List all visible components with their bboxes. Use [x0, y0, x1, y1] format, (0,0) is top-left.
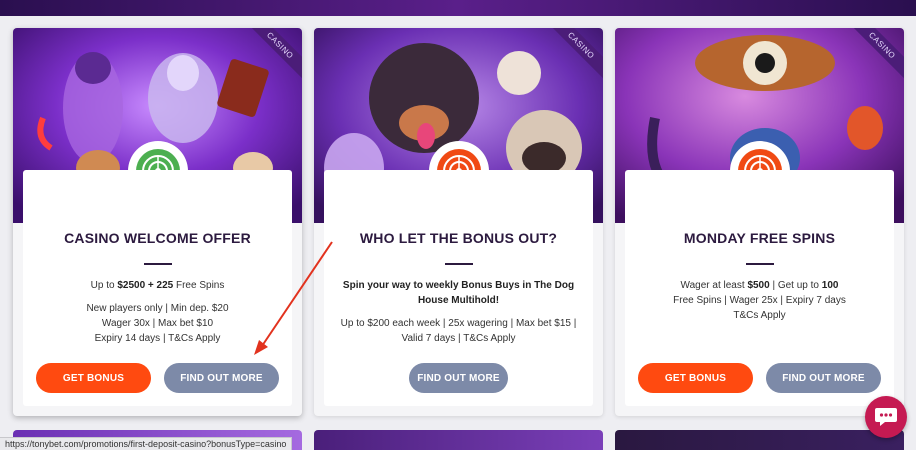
chat-bubble-icon: [875, 408, 897, 426]
browser-status-url: https://tonybet.com/promotions/first-dep…: [0, 437, 293, 450]
live-chat-button[interactable]: [865, 396, 907, 438]
annotation-arrow: [254, 241, 333, 355]
